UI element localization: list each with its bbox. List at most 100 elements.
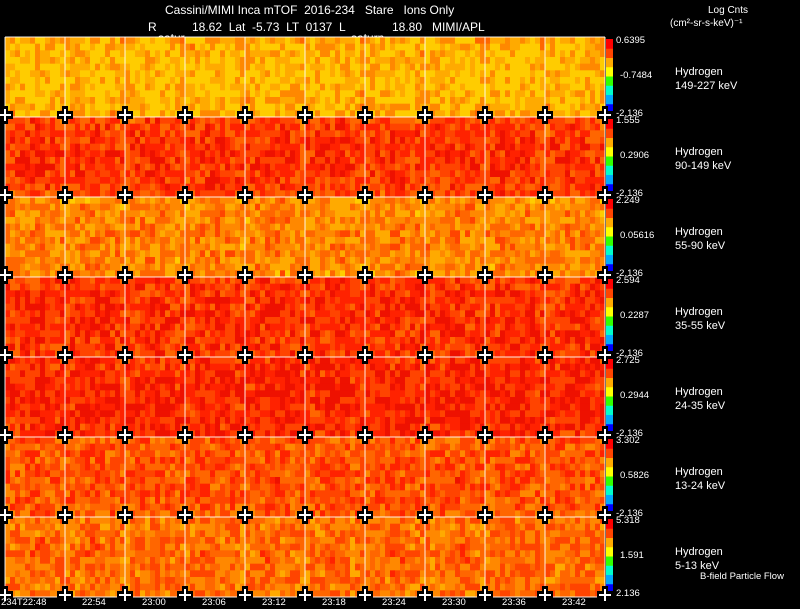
heatmap-cell: [490, 177, 496, 185]
heatmap-cell: [345, 177, 351, 185]
heatmap-cell: [305, 203, 311, 211]
heatmap-cell: [80, 297, 86, 305]
heatmap-cell: [115, 83, 121, 91]
heatmap-cell: [75, 170, 81, 178]
heatmap-cell: [255, 37, 261, 45]
heatmap-cell: [450, 150, 456, 158]
heatmap-cell: [495, 170, 501, 178]
heatmap-cell: [30, 50, 36, 58]
heatmap-cell: [440, 177, 446, 185]
heatmap-cell: [315, 37, 321, 45]
heatmap-cell: [320, 203, 326, 211]
heatmap-cell: [560, 250, 566, 258]
heatmap-cell: [175, 90, 181, 98]
heatmap-cell: [165, 117, 171, 125]
heatmap-cell: [500, 37, 506, 45]
heatmap-cell: [280, 137, 286, 145]
heatmap-cell: [275, 130, 281, 138]
heatmap-cell: [35, 237, 41, 245]
heatmap-cell: [585, 203, 591, 211]
heatmap-cell: [435, 223, 441, 231]
heatmap-cell: [215, 50, 221, 58]
colorbar-segment: [606, 85, 613, 95]
heatmap-cell: [310, 143, 316, 151]
heatmap-cell: [70, 103, 76, 111]
heatmap-cell: [145, 163, 151, 171]
heatmap-cell: [190, 57, 196, 65]
heatmap-cell: [395, 230, 401, 238]
heatmap-cell: [570, 77, 576, 85]
heatmap-cell: [380, 63, 386, 71]
heatmap-cell: [430, 203, 436, 211]
heatmap-cell: [370, 37, 376, 45]
heatmap-cell: [460, 230, 466, 238]
heatmap-cell: [110, 163, 116, 171]
heatmap-cell: [225, 283, 231, 291]
heatmap-cell: [470, 197, 476, 205]
heatmap-cell: [115, 77, 121, 85]
heatmap-cell: [290, 237, 296, 245]
heatmap-cell: [510, 117, 516, 125]
heatmap-cell: [150, 237, 156, 245]
heatmap-cell: [320, 250, 326, 258]
heatmap-cell: [235, 130, 241, 138]
heatmap-cell: [425, 37, 431, 45]
heatmap-cell: [590, 123, 596, 131]
heatmap-cell: [320, 50, 326, 58]
heatmap-cell: [90, 343, 96, 351]
heatmap-cell: [85, 337, 91, 345]
heatmap-cell: [305, 210, 311, 218]
heatmap-cell: [25, 137, 31, 145]
heatmap-cell: [50, 297, 56, 305]
heatmap-cell: [405, 263, 411, 271]
heatmap-cell: [305, 43, 311, 51]
heatmap-cell: [395, 50, 401, 58]
heatmap-cell: [155, 163, 161, 171]
heatmap-cell: [250, 343, 256, 351]
heatmap-cell: [445, 117, 451, 125]
heatmap-cell: [255, 317, 261, 325]
heatmap-cell: [445, 83, 451, 91]
heatmap-cell: [35, 323, 41, 331]
heatmap-cell: [315, 137, 321, 145]
heatmap-cell: [90, 43, 96, 51]
heatmap-cell: [385, 270, 391, 278]
heatmap-cell: [500, 270, 506, 278]
heatmap-cell: [100, 103, 106, 111]
heatmap-cell: [315, 243, 321, 251]
heatmap-cell: [505, 110, 511, 118]
heatmap-cell: [110, 230, 116, 238]
heatmap-cell: [460, 123, 466, 131]
heatmap-cell: [110, 283, 116, 291]
heatmap-cell: [230, 350, 236, 358]
heatmap-cell: [30, 157, 36, 165]
heatmap-cell: [110, 297, 116, 305]
heatmap-cell: [205, 277, 211, 285]
heatmap-cell: [80, 83, 86, 91]
heatmap-cell: [315, 130, 321, 138]
heatmap-cell: [25, 337, 31, 345]
heatmap-cell: [65, 223, 71, 231]
heatmap-cell: [265, 130, 271, 138]
heatmap-cell: [265, 157, 271, 165]
heatmap-cell: [155, 103, 161, 111]
heatmap-cell: [165, 350, 171, 358]
heatmap-cell: [150, 317, 156, 325]
heatmap-cell: [170, 170, 176, 178]
heatmap-cell: [35, 70, 41, 78]
heatmap-cell: [70, 330, 76, 338]
heatmap-cell: [85, 250, 91, 258]
heatmap-cell: [130, 143, 136, 151]
heatmap-cell: [410, 83, 416, 91]
heatmap-cell: [35, 310, 41, 318]
heatmap-cell: [560, 183, 566, 191]
heatmap-cell: [110, 37, 116, 45]
heatmap-cell: [425, 177, 431, 185]
heatmap-cell: [315, 70, 321, 78]
heatmap-cell: [165, 37, 171, 45]
heatmap-cell: [125, 317, 131, 325]
heatmap-cell: [145, 317, 151, 325]
heatmap-cell: [260, 143, 266, 151]
heatmap-cell: [365, 210, 371, 218]
heatmap-cell: [110, 257, 116, 265]
